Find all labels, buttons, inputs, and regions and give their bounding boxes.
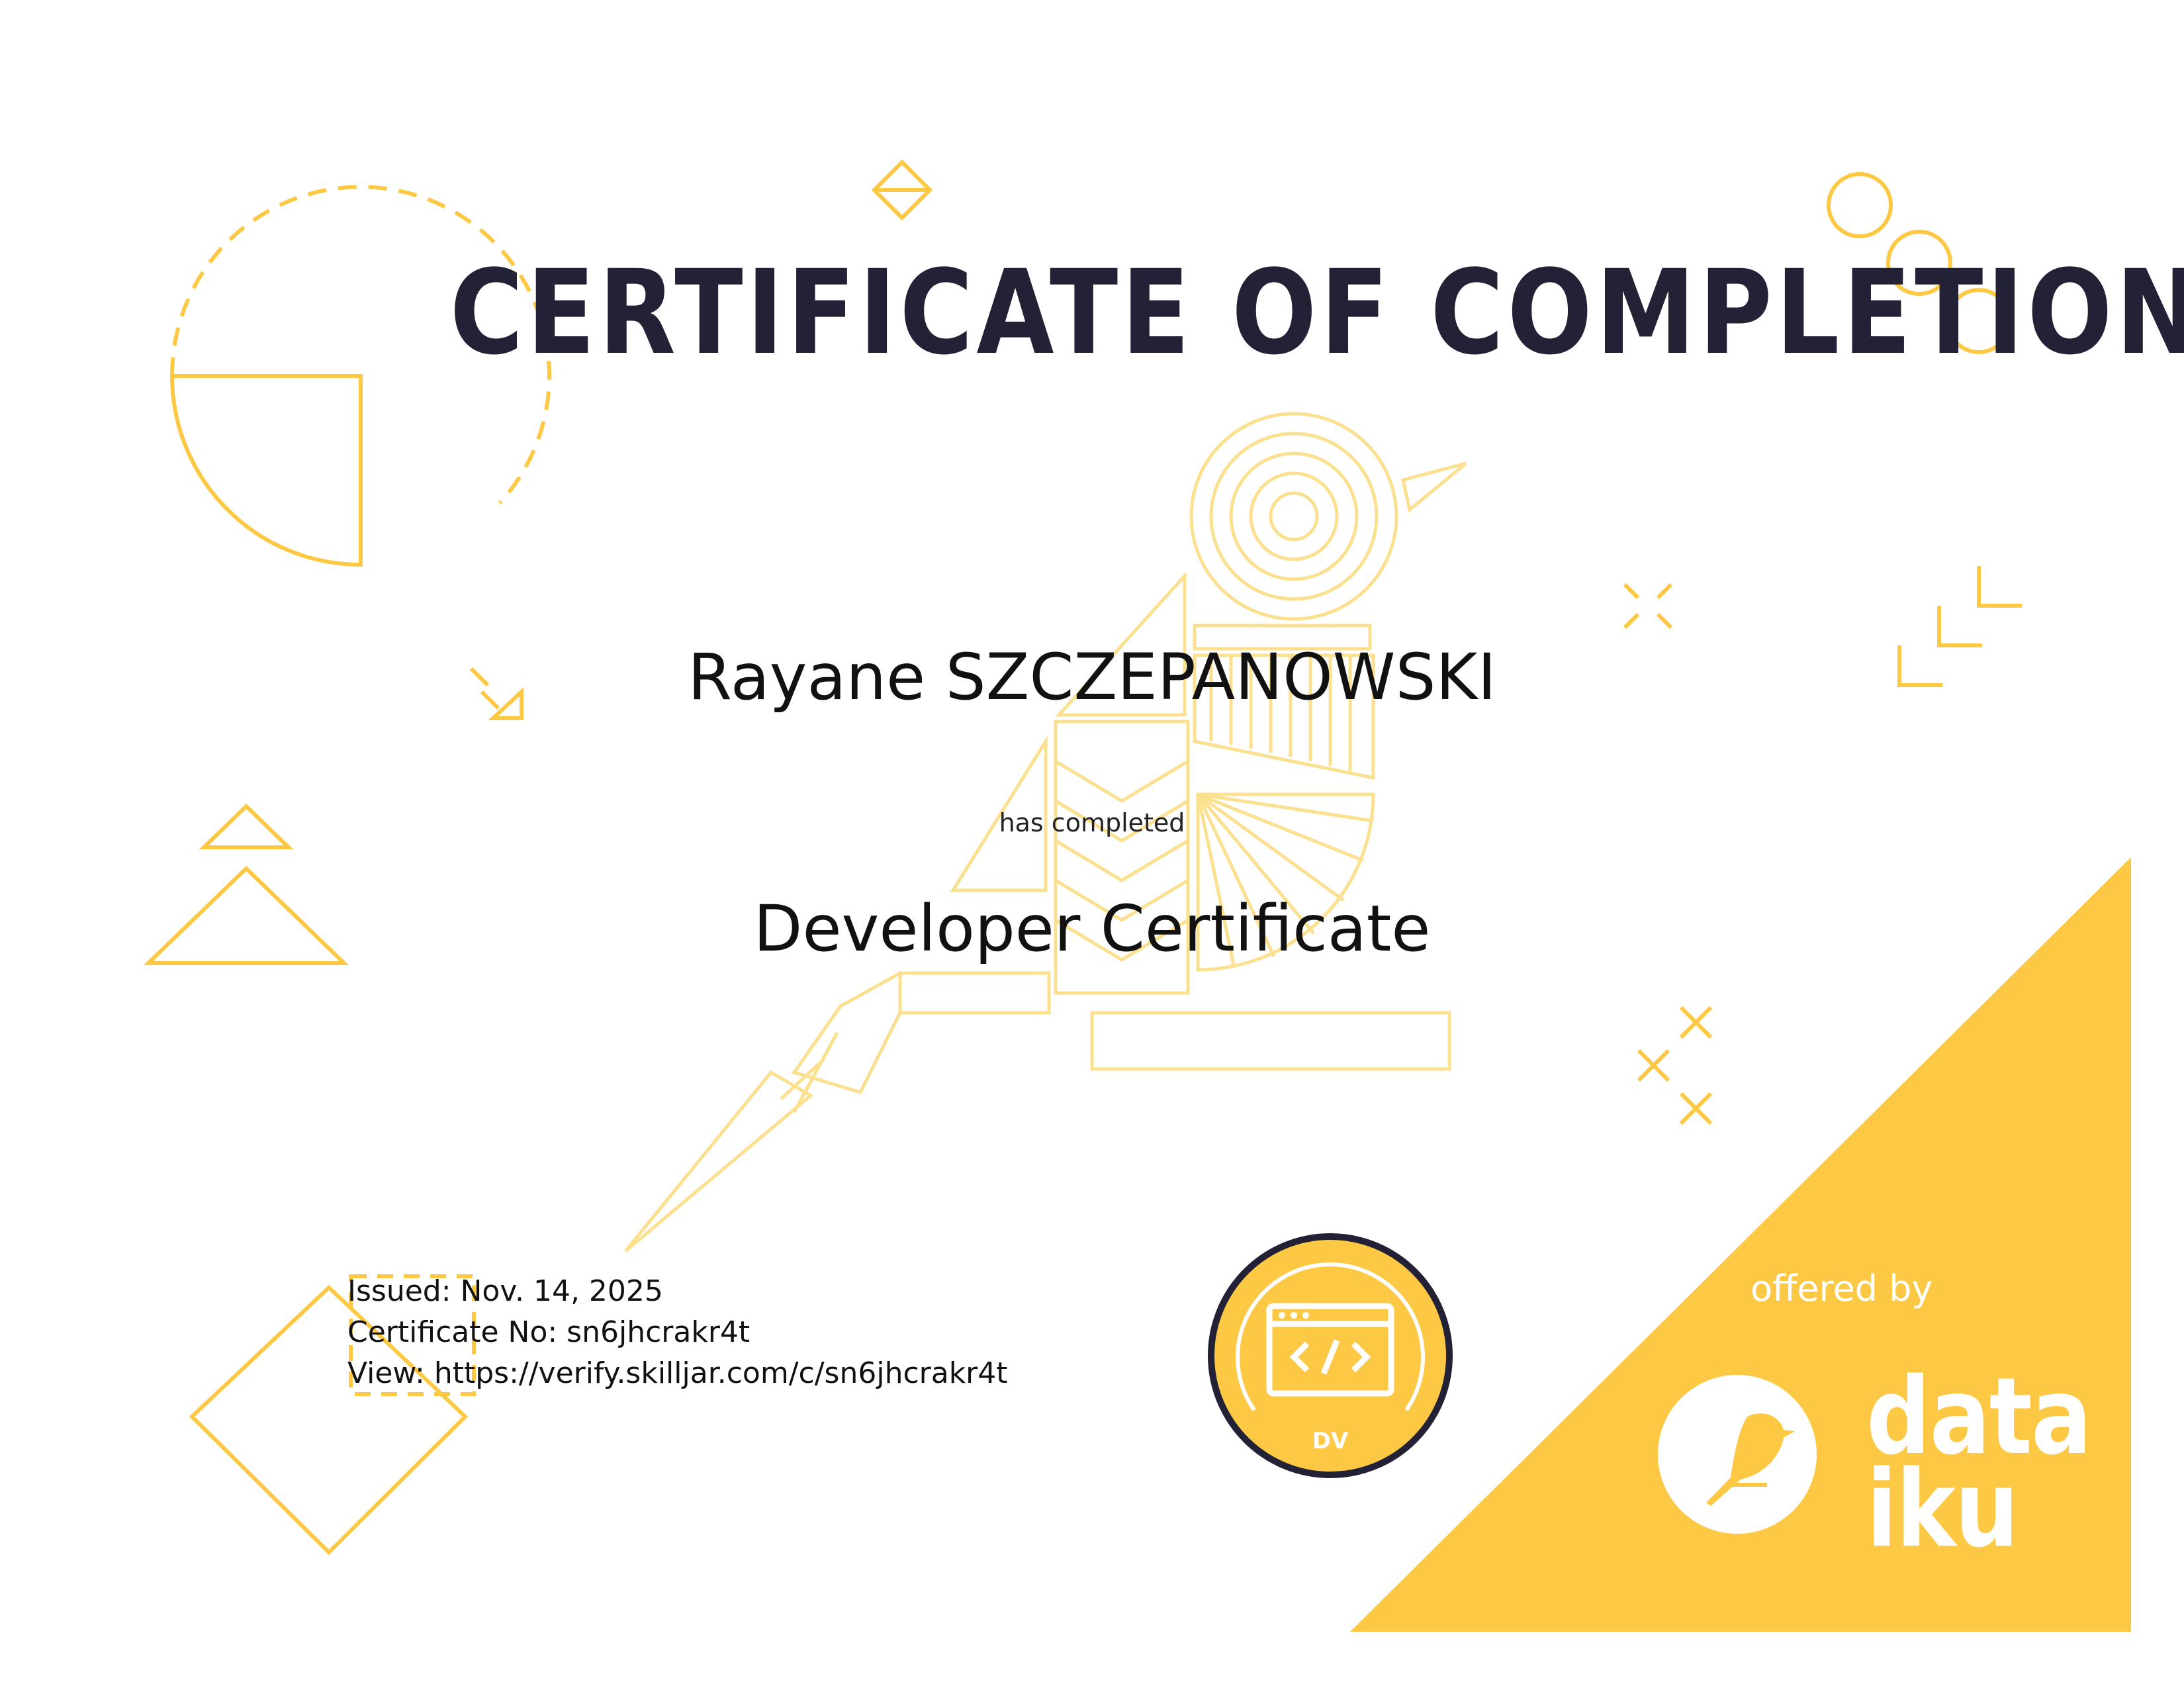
recipient-name: Rayane SZCZEPANOWSKI (688, 640, 1496, 714)
completed-label: has completed (999, 808, 1185, 837)
dataiku-logo-mark (1658, 1375, 1817, 1534)
certificate-details: Issued: Nov. 14, 2025 Certificate No: sn… (347, 1271, 1008, 1394)
badge-label: DV (1312, 1428, 1349, 1454)
sparkle-shape (1623, 583, 1673, 630)
certificate-title: CERTIFICATE OF COMPLETION (449, 245, 2184, 381)
course-name: Developer Certificate (753, 892, 1431, 966)
small-diamond-shape (871, 159, 933, 221)
logo-text-line2: iku (1866, 1447, 2019, 1571)
certificate-page: CERTIFICATE OF COMPLETION Rayane SZCZEPA… (0, 0, 2184, 1688)
offered-by-label: offered by (1751, 1268, 1933, 1309)
issued-date: Issued: Nov. 14, 2025 (347, 1274, 663, 1308)
certificate-number: Certificate No: sn6jhcrakr4t (347, 1315, 751, 1349)
verify-url: View: https://verify.skilljar.com/c/sn6j… (347, 1356, 1008, 1390)
cross-marks-shape (1637, 1006, 1713, 1125)
